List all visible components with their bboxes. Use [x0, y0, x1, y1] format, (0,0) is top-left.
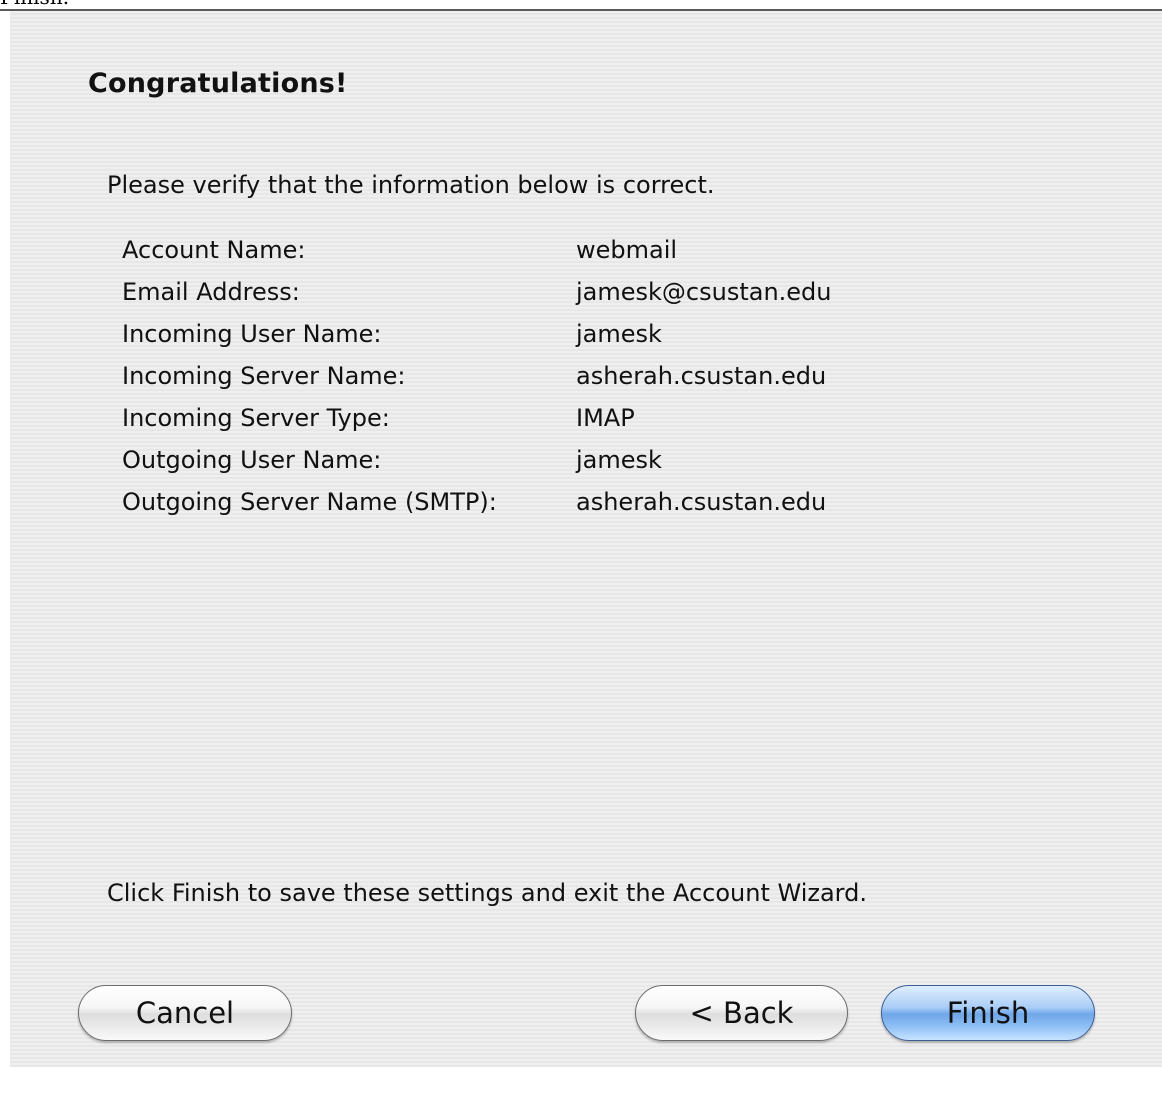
finish-button[interactable]: Finish: [881, 985, 1095, 1041]
field-value: webmail: [576, 236, 678, 264]
field-label: Incoming User Name:: [122, 320, 382, 348]
summary-row-incoming-user-name: Incoming User Name: jamesk: [122, 317, 832, 359]
field-label: Outgoing User Name:: [122, 446, 382, 474]
summary-row-incoming-server-type: Incoming Server Type: IMAP: [122, 401, 832, 443]
bottom-margin: [0, 1067, 1162, 1095]
field-value: asherah.csustan.edu: [576, 362, 827, 390]
summary-row-incoming-server-name: Incoming Server Name: asherah.csustan.edu: [122, 359, 832, 401]
back-button[interactable]: < Back: [635, 985, 848, 1041]
account-summary-list: Account Name: webmail Email Address: james…: [122, 233, 832, 527]
field-value: jamesk@csustan.edu: [576, 278, 832, 306]
field-value: IMAP: [576, 404, 635, 432]
left-margin: [0, 11, 10, 1067]
summary-row-outgoing-user-name: Outgoing User Name: jamesk: [122, 443, 832, 485]
caption-text: Finish.: [0, 0, 69, 9]
field-label: Incoming Server Type:: [122, 404, 390, 432]
summary-row-email-address: Email Address: jamesk@csustan.edu: [122, 275, 832, 317]
summary-row-outgoing-server-name: Outgoing Server Name (SMTP): asherah.csus…: [122, 485, 832, 527]
field-label: Email Address:: [122, 278, 300, 306]
wizard-panel: [10, 11, 1162, 1067]
field-label: Outgoing Server Name (SMTP):: [122, 488, 497, 516]
field-value: jamesk: [576, 320, 662, 348]
cropped-caption: Finish.: [0, 0, 1162, 9]
field-value: jamesk: [576, 446, 662, 474]
page-title: Congratulations!: [88, 68, 348, 99]
intro-text: Please verify that the information below…: [107, 171, 715, 199]
field-label: Incoming Server Name:: [122, 362, 406, 390]
summary-row-account-name: Account Name: webmail: [122, 233, 832, 275]
field-value: asherah.csustan.edu: [576, 488, 827, 516]
field-label: Account Name:: [122, 236, 306, 264]
cancel-button[interactable]: Cancel: [78, 985, 292, 1041]
finish-instructions: Click Finish to save these settings and …: [107, 879, 867, 907]
